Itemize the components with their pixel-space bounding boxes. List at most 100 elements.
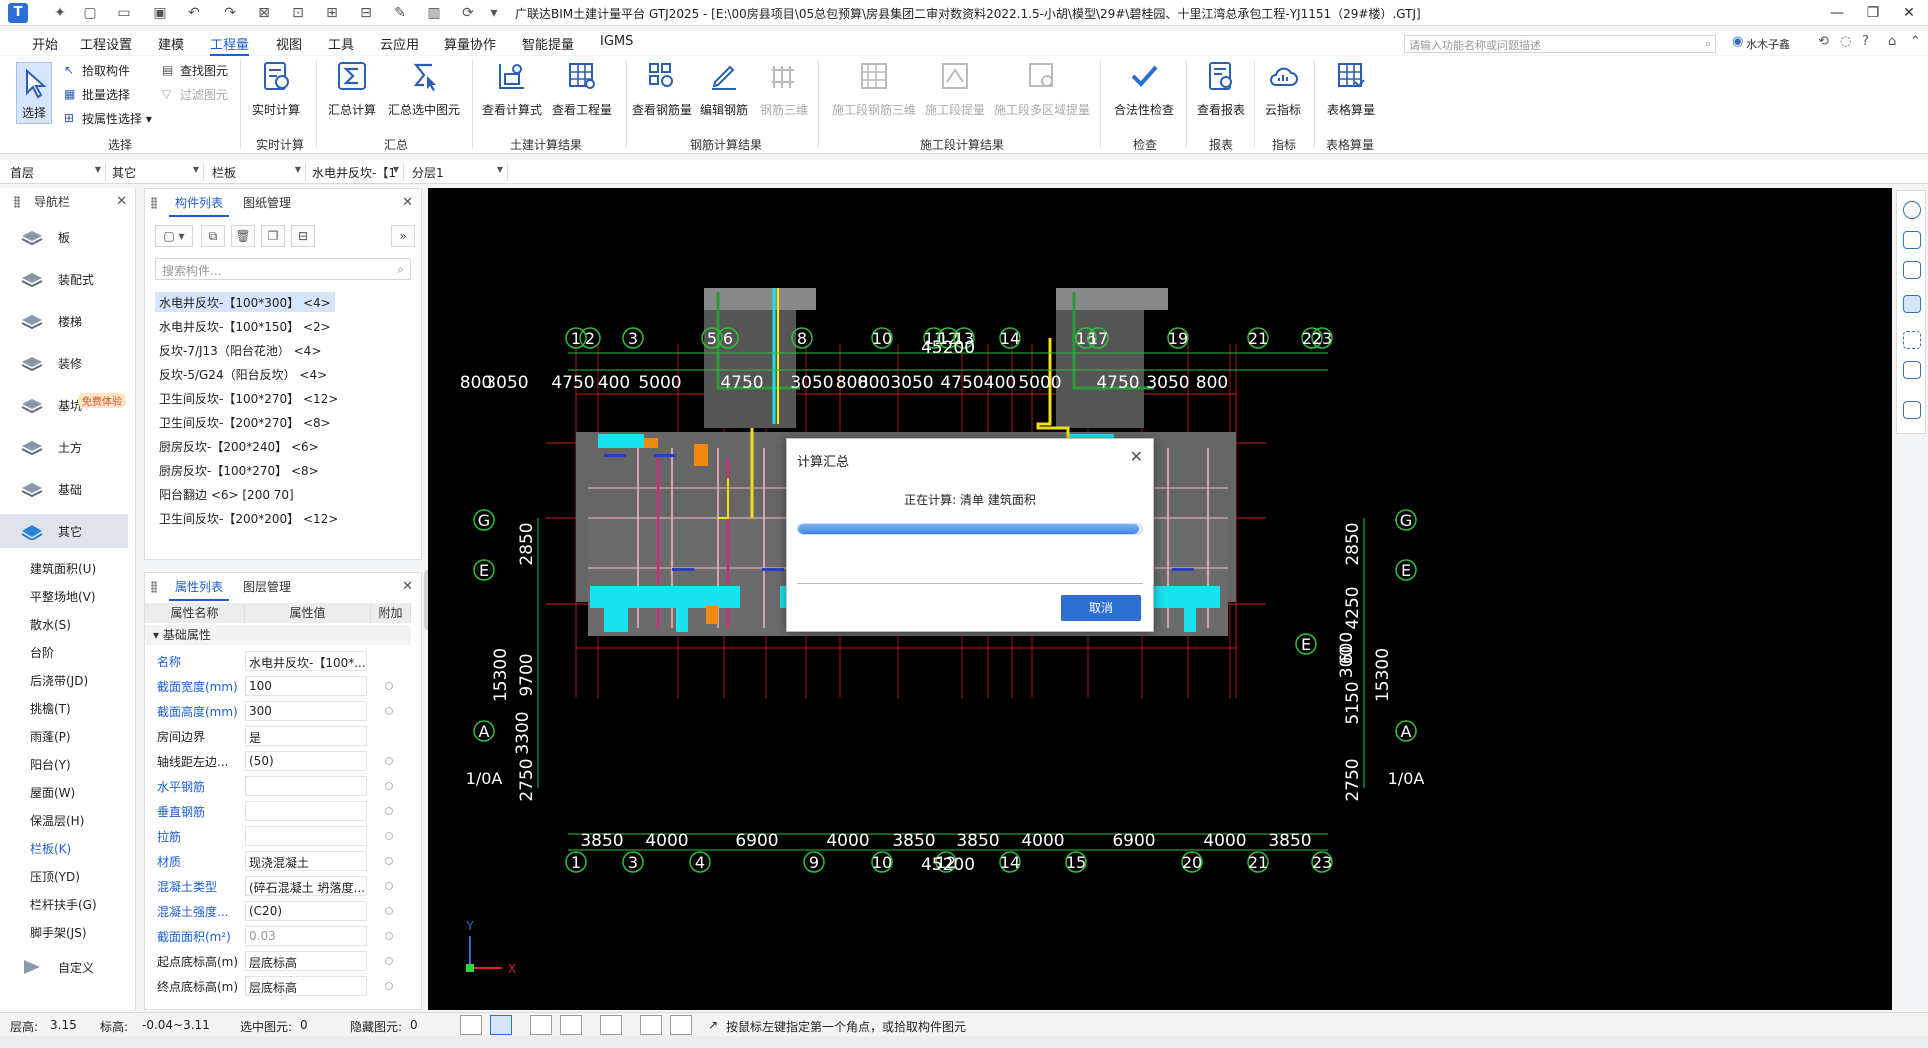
close-icon[interactable]: ✕ — [116, 194, 127, 209]
component-list-item[interactable]: 阳台翻边 <6> [200 70] — [155, 484, 335, 504]
property-group-basic[interactable]: ▾ 基础属性 — [145, 625, 411, 645]
stage-quantity-button[interactable]: 施工段提量 — [922, 60, 988, 118]
nav-item-custom[interactable]: 自定义 — [0, 950, 128, 984]
property-value-input[interactable]: 0.03 — [245, 926, 367, 946]
tab-component-list[interactable]: 构件列表 — [169, 189, 230, 217]
display-toggle-icon[interactable] — [640, 1015, 662, 1035]
find-element-button[interactable]: ▤ 查找图元 — [162, 62, 228, 79]
nav-item-prefab[interactable]: 装配式 — [0, 262, 128, 296]
function-search-input[interactable]: 请输入功能名称或问题描述 ⌕ — [1404, 35, 1716, 53]
nav-sub-item[interactable]: 平整场地(V) — [30, 588, 96, 605]
menu-modeling[interactable]: 建模 — [158, 34, 184, 53]
component-list-item[interactable]: 反坎-7/J13（阳台花池） <4> — [155, 340, 335, 360]
columns-icon[interactable]: ▥ — [424, 4, 444, 22]
attach-checkbox[interactable] — [385, 807, 393, 815]
menu-project-settings[interactable]: 工程设置 — [80, 34, 132, 53]
tab-property-list[interactable]: 属性列表 — [169, 573, 230, 601]
attach-checkbox[interactable] — [385, 707, 393, 715]
dynamic-input-icon[interactable] — [670, 1015, 692, 1035]
property-value-input[interactable]: 层底标高 — [245, 976, 367, 996]
summary-selected-button[interactable]: 汇总选中图元 — [384, 60, 464, 118]
nav-sub-item[interactable]: 挑檐(T) — [30, 700, 71, 717]
view-rebar-button[interactable]: 查看钢筋量 — [630, 60, 694, 118]
property-value-input[interactable]: 是 — [245, 726, 367, 746]
tab-layer-management[interactable]: 图层管理 — [237, 573, 297, 601]
panel-grip-icon[interactable] — [151, 581, 157, 593]
attach-checkbox[interactable] — [385, 907, 393, 915]
collapse-ribbon-icon[interactable]: ⌃ — [1910, 34, 1921, 49]
select-by-attribute-button[interactable]: ⊞ 按属性选择 ▾ — [64, 110, 152, 127]
user-name[interactable]: 水木子鑫 — [1746, 36, 1790, 52]
summary-calc-button[interactable]: 汇总计算 — [324, 60, 380, 118]
nav-item-stair[interactable]: 楼梯 — [0, 304, 128, 338]
view-quantity-button[interactable]: 查看工程量 — [548, 60, 616, 118]
attach-checkbox[interactable] — [385, 857, 393, 865]
component-list-item[interactable]: 厨房反坎-【200*240】 <6> — [155, 436, 335, 456]
component-list-item[interactable]: 卫生间反坎-【100*270】 <12> — [155, 388, 338, 408]
nav-sub-item[interactable]: 台阶 — [30, 644, 54, 661]
rebar-3d-button[interactable]: 钢筋三维 — [756, 60, 812, 118]
menu-igms[interactable]: IGMS — [600, 34, 633, 49]
close-icon[interactable]: ✕ — [402, 195, 413, 210]
validity-check-button[interactable]: 合法性检查 — [1108, 60, 1180, 118]
new-component-icon[interactable]: ▢ ▾ — [155, 225, 193, 247]
property-value-input[interactable]: 水电井反坎-【100*... — [245, 651, 367, 671]
help-icon[interactable]: ? — [1862, 34, 1869, 49]
property-value-input[interactable]: (碎石混凝土 坍落度... — [245, 876, 367, 896]
component-list-item[interactable]: 反坎-5/G24（阳台反坎） <4> — [155, 364, 335, 384]
redo-icon[interactable]: ↷ — [220, 4, 240, 22]
property-value-input[interactable]: (C20) — [245, 901, 367, 921]
close-window-button[interactable]: ✕ — [1894, 3, 1924, 23]
nav-sub-item[interactable]: 脚手架(JS) — [30, 924, 87, 941]
component-list-item[interactable]: 水电井反坎-【100*300】 <4> — [155, 292, 335, 312]
view-icon[interactable]: ⊡ — [288, 4, 308, 22]
select-button[interactable]: 选择 — [16, 62, 52, 124]
batch-select-button[interactable]: ▦ 批量选择 — [64, 86, 130, 103]
type-select[interactable]: 栏板 ▼ — [208, 163, 306, 181]
cancel-button[interactable]: 取消 — [1061, 595, 1141, 621]
view-formula-button[interactable]: 查看计算式 — [478, 60, 546, 118]
nav-item-finish[interactable]: 装修 — [0, 346, 128, 380]
layer-copy-icon[interactable]: ⊟ — [291, 225, 315, 247]
property-value-input[interactable]: 100 — [245, 676, 367, 696]
menu-tools[interactable]: 工具 — [328, 34, 354, 53]
component-list-item[interactable]: 卫生间反坎-【200*200】 <12> — [155, 508, 338, 528]
minimize-button[interactable]: — — [1822, 3, 1852, 23]
free-trial-badge[interactable]: 免费体验 — [78, 393, 126, 408]
offset-icon[interactable] — [600, 1015, 622, 1035]
more-icon[interactable]: » — [391, 225, 415, 247]
component-list-item[interactable]: 水电井反坎-【100*150】 <2> — [155, 316, 335, 336]
cross-select-icon[interactable] — [530, 1015, 552, 1035]
menu-cloud[interactable]: 云应用 — [380, 34, 419, 53]
quick-access-dropdown-icon[interactable]: ▾ — [484, 4, 504, 22]
nav-sub-item[interactable]: 雨蓬(P) — [30, 728, 71, 745]
nav-sub-item[interactable]: 屋面(W) — [30, 784, 75, 801]
drawing-canvas[interactable]: 1 2 3 5 6 8 10 11 12 13 14 16 17 19 21 22 23 1 3 4 9 10 12 14 15… — [428, 188, 1892, 1010]
attach-checkbox[interactable] — [385, 832, 393, 840]
nav-item-other[interactable]: 其它 — [0, 514, 128, 548]
attach-checkbox[interactable] — [385, 932, 393, 940]
nav-item-found[interactable]: 基础 — [0, 472, 128, 506]
menu-quantity[interactable]: 工程量 — [210, 34, 250, 56]
nav-sub-item[interactable]: 阳台(Y) — [30, 756, 71, 773]
filter-element-button[interactable]: ▽ 过滤图元 — [162, 86, 228, 103]
attach-checkbox[interactable] — [385, 882, 393, 890]
layout-icon[interactable]: ⊟ — [356, 4, 376, 22]
cloud-index-button[interactable]: 云指标 — [1258, 60, 1308, 118]
nav-sub-item[interactable]: 散水(S) — [30, 616, 71, 633]
property-value-input[interactable]: 300 — [245, 701, 367, 721]
property-value-input[interactable] — [245, 801, 367, 821]
attach-checkbox[interactable] — [385, 982, 393, 990]
orbit-view-icon[interactable] — [1903, 201, 1921, 219]
menu-view[interactable]: 视图 — [276, 34, 302, 53]
realtime-calc-button[interactable]: 实时计算 — [248, 60, 304, 118]
home-icon[interactable]: ⌂ — [1888, 34, 1896, 49]
panel-grip-icon[interactable] — [151, 197, 157, 209]
ortho-icon[interactable] — [460, 1015, 482, 1035]
angle-icon[interactable] — [560, 1015, 582, 1035]
stage-rebar-3d-button[interactable]: 施工段钢筋三维 — [826, 60, 922, 118]
display-mode-icon[interactable] — [1903, 295, 1921, 313]
new-file-icon[interactable]: ✦ — [50, 4, 70, 22]
view-3d-icon[interactable] — [1903, 231, 1921, 249]
floor-plan-drawing[interactable]: 1 2 3 5 6 8 10 111213 14 1617 19 21 22231 3 4 9 10 12 14 15… — [428, 188, 1892, 1010]
